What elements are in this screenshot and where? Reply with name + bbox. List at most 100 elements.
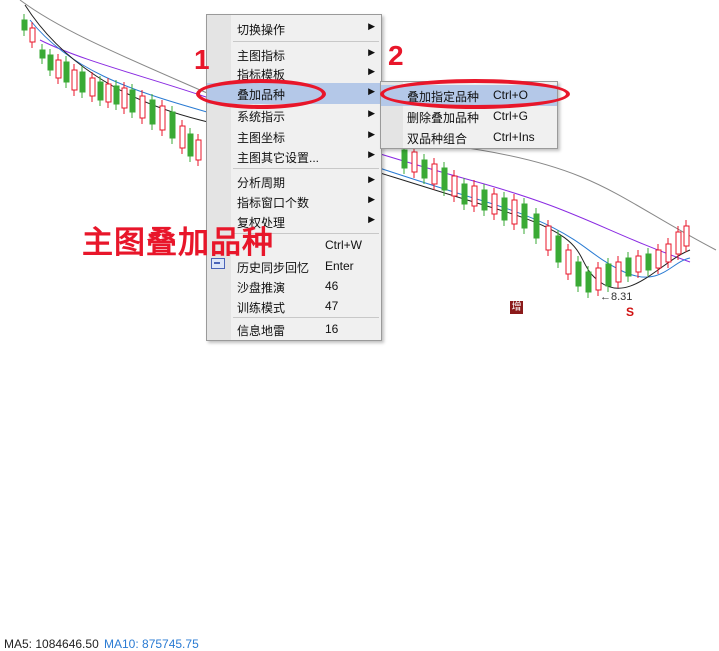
submenu-arrow-icon: ▶	[368, 47, 375, 57]
menu-separator	[233, 317, 379, 318]
candle-body	[55, 59, 62, 79]
submenu-item-remove-overlay[interactable]: 删除叠加品种 Ctrl+G	[381, 106, 557, 127]
candle-body	[481, 189, 488, 211]
menu-item-label: 训练模式	[237, 301, 286, 315]
menu-item-label: 主图指标	[237, 49, 286, 63]
candle-body	[545, 225, 552, 251]
ma10-value: MA10: 875745.75	[104, 637, 199, 651]
submenu-item-dual-symbol-combo[interactable]: 双品种组合 Ctrl+Ins	[381, 127, 557, 148]
menu-item-indicator-window-count[interactable]: 指标窗口个数 ▶	[207, 191, 381, 212]
event-marker-s[interactable]: S	[626, 305, 634, 319]
candle-body	[555, 235, 562, 263]
menu-item-training-mode[interactable]: 训练模式 47	[207, 296, 381, 317]
submenu-arrow-icon: ▶	[368, 21, 375, 31]
menu-item-main-axis[interactable]: 主图坐标 ▶	[207, 126, 381, 147]
candle-body	[471, 185, 478, 207]
candle-body	[21, 19, 28, 31]
candle-body	[401, 149, 408, 169]
menu-item-label: 指标窗口个数	[237, 196, 310, 210]
step-number-1: 1	[194, 44, 210, 75]
candle-body	[461, 183, 468, 205]
candle-body	[501, 197, 508, 221]
candle-body	[97, 81, 104, 101]
candle-body	[71, 69, 78, 91]
candle-body	[29, 27, 36, 43]
candle-body	[521, 203, 528, 229]
menu-item-label: 信息地雷	[237, 324, 286, 338]
menu-item-label: 切换操作	[237, 23, 286, 37]
menu-item-shortcut: Ctrl+W	[325, 238, 362, 252]
candle-body	[683, 225, 690, 247]
menu-item-label: 主图其它设置...	[237, 151, 320, 165]
candle-body	[533, 213, 540, 239]
menu-item-shortcut: 47	[325, 299, 339, 313]
menu-item-sandbox-simulation[interactable]: 沙盘推演 46	[207, 276, 381, 297]
highlight-ellipse-overlay-symbol	[196, 79, 326, 109]
candle-body	[63, 61, 70, 83]
menu-item-shortcut: Enter	[325, 259, 354, 273]
candle-body	[195, 139, 202, 161]
submenu-arrow-icon: ▶	[368, 194, 375, 204]
candle-body	[511, 199, 518, 225]
candle-body	[187, 133, 194, 157]
candle-body	[159, 105, 166, 131]
menu-item-shortcut: 46	[325, 279, 339, 293]
candle-body	[89, 77, 96, 97]
submenu-arrow-icon: ▶	[368, 86, 375, 96]
submenu-item-label: 删除叠加品种	[407, 111, 480, 125]
candle-body	[411, 151, 418, 173]
candle-body	[645, 253, 652, 271]
menu-item-label: 系统指示	[237, 110, 286, 124]
menu-separator	[233, 41, 379, 42]
candle-body	[149, 99, 156, 125]
ma5-value: MA5: 1084646.50	[4, 637, 99, 651]
candle-body	[79, 71, 86, 93]
context-menu: 切换操作 ▶ 主图指标 ▶ 指标模板 ▶ 叠加品种 ▶ 系统指示 ▶ 主图坐标 …	[206, 14, 382, 341]
submenu-arrow-icon: ▶	[368, 174, 375, 184]
candle-body	[441, 167, 448, 191]
menu-item-main-other-settings[interactable]: 主图其它设置... ▶	[207, 146, 381, 167]
candle-body	[451, 175, 458, 197]
highlight-ellipse-overlay-specified	[380, 79, 570, 109]
candle-body	[129, 89, 136, 113]
candle-body	[635, 255, 642, 273]
candle-body	[615, 261, 622, 283]
candle-body	[169, 111, 176, 139]
candle-body	[575, 261, 582, 287]
candle-body	[113, 85, 120, 105]
step-number-2: 2	[388, 40, 404, 71]
menu-item-system-indicator[interactable]: 系统指示 ▶	[207, 105, 381, 126]
annotation-caption: 主图叠加品种	[82, 225, 274, 261]
candle-body	[179, 125, 186, 149]
candle-body	[139, 95, 146, 119]
candle-body	[585, 271, 592, 293]
candle-body	[491, 193, 498, 215]
submenu-arrow-icon: ▶	[368, 149, 375, 159]
candle-body	[565, 249, 572, 275]
submenu-arrow-icon: ▶	[368, 129, 375, 139]
menu-item-analysis-period[interactable]: 分析周期 ▶	[207, 171, 381, 192]
menu-item-shortcut: 16	[325, 322, 339, 336]
menu-item-switch-operation[interactable]: 切换操作 ▶	[207, 18, 381, 39]
candle-body	[605, 263, 612, 287]
submenu-arrow-icon: ▶	[368, 66, 375, 76]
candle-body	[421, 159, 428, 179]
menu-item-label: 沙盘推演	[237, 281, 286, 295]
submenu-arrow-icon: ▶	[368, 108, 375, 118]
submenu-item-shortcut: Ctrl+Ins	[493, 130, 535, 144]
menu-item-main-indicator[interactable]: 主图指标 ▶	[207, 44, 381, 65]
submenu-item-shortcut: Ctrl+G	[493, 109, 529, 123]
candle-body	[47, 54, 54, 71]
candle-body	[595, 267, 602, 291]
candle-body	[665, 243, 672, 263]
submenu-item-label: 双品种组合	[407, 132, 468, 146]
candle-body	[121, 87, 128, 109]
low-price-label: ←8.31	[600, 291, 633, 303]
candle-body	[431, 163, 438, 185]
event-marker-zeng[interactable]: 增	[510, 301, 523, 314]
menu-item-info-mine[interactable]: 信息地雷 16	[207, 319, 381, 340]
menu-item-label: 分析周期	[237, 176, 286, 190]
candle-body	[625, 257, 632, 277]
candle-body	[675, 231, 682, 255]
submenu-arrow-icon: ▶	[368, 214, 375, 224]
